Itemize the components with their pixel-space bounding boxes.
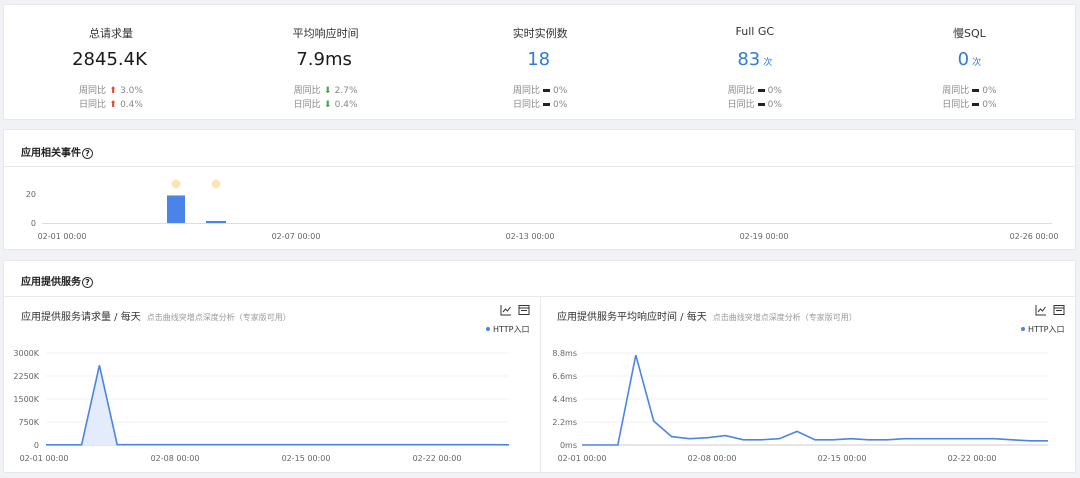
y-tick-label: 3000K <box>13 349 39 358</box>
x-tick-label: 02-01 00:00 <box>558 454 607 461</box>
y-tick-label: 750K <box>18 418 39 427</box>
flat-dash-icon <box>972 103 980 106</box>
x-tick-label: 02-22 00:00 <box>948 454 997 461</box>
event-marker <box>171 179 181 189</box>
question-circle-icon[interactable]: ? <box>82 277 93 288</box>
latency-panel-hint: 点击曲线突增点深度分析（专家版可用） <box>712 313 857 322</box>
stat-block[interactable]: Full GC 83 次周同比 0% 日同比 0% <box>648 5 862 121</box>
request-panel-title-text: 应用提供服务请求量 / 每天 <box>21 312 141 323</box>
stat-block[interactable]: 总请求量 2845.4K 周同比 ⬆ 3.0% 日同比 ⬆ 0.4% <box>4 5 218 121</box>
week-compare: 周同比 0% <box>727 86 782 96</box>
line-chart-icon[interactable] <box>1035 304 1047 316</box>
day-compare: 日同比 0% <box>513 100 568 110</box>
arrow-up-icon: ⬆ <box>109 100 117 110</box>
x-tick-label: 02-19 00:00 <box>740 232 789 241</box>
y-tick-label: 6.6ms <box>552 372 577 381</box>
services-title: 应用提供服务? <box>21 273 93 288</box>
x-tick-label: 02-07 00:00 <box>272 232 321 241</box>
y-tick-label: 0ms <box>560 441 577 450</box>
legend-dot <box>1021 327 1025 331</box>
flat-dash-icon <box>543 103 551 106</box>
x-tick-label: 02-01 00:00 <box>38 232 87 241</box>
events-card: 应用相关事件? 0 20 02-01 00:00 02-07 00:00 02-13 0… <box>3 129 1076 250</box>
events-title-text: 应用相关事件 <box>21 148 81 159</box>
stat-value: 2845.4K <box>72 49 147 70</box>
series-line <box>46 365 510 446</box>
arrow-down-icon: ⬇ <box>323 86 332 96</box>
stat-label: 总请求量 <box>89 27 133 40</box>
y-tick-label: 0 <box>34 441 39 450</box>
stat-label: 实时实例数 <box>512 27 568 40</box>
x-tick-label: 02-15 00:00 <box>282 454 331 461</box>
latency-panel-title: 应用提供服务平均响应时间 / 每天 点击曲线突增点深度分析（专家版可用） <box>557 308 857 323</box>
stat-label: Full GC <box>735 25 775 38</box>
event-bar <box>206 221 226 223</box>
arrow-down-icon: ⬇ <box>323 100 332 110</box>
stat-block[interactable]: 实时实例数 18 周同比 0% 日同比 0% <box>433 5 647 121</box>
series-line <box>582 354 1048 446</box>
week-compare: 周同比 ⬇ 2.7% <box>293 86 358 96</box>
x-tick-label: 02-01 00:00 <box>20 454 69 461</box>
services-title-text: 应用提供服务 <box>21 277 81 288</box>
request-chart[interactable]: 0 750K 1500K 2250K 3000K 02-01 00:00 02-08 00:… <box>4 341 524 461</box>
request-panel-hint: 点击曲线突增点深度分析（专家版可用） <box>146 313 291 322</box>
flat-dash-icon <box>972 89 980 92</box>
day-compare: 日同比 0% <box>942 100 997 110</box>
y-tick-label: 4.4ms <box>552 395 577 404</box>
day-compare: 日同比 ⬇ 0.4% <box>293 100 358 110</box>
event-marker <box>211 179 221 189</box>
flat-dash-icon <box>757 89 765 92</box>
latency-chart[interactable]: 0ms 2.2ms 4.4ms 6.6ms 8.8ms 02-01 00:00 02-08 … <box>540 341 1070 461</box>
latency-legend[interactable]: HTTP入口 <box>1021 324 1064 335</box>
y-tick-label: 0 <box>31 219 36 228</box>
stat-value: 7.9ms <box>296 49 352 70</box>
request-legend-label: HTTP入口 <box>493 325 530 334</box>
events-chart[interactable]: 0 20 02-01 00:00 02-07 00:00 02-13 00:00 02-1… <box>4 166 1077 251</box>
day-compare: 日同比 ⬆ 0.4% <box>79 100 143 110</box>
stats-card: 总请求量 2845.4K 周同比 ⬆ 3.0% 日同比 ⬆ 0.4% 平均响应时间 7.9ms 周同… <box>3 4 1076 120</box>
stat-label: 平均响应时间 <box>292 27 359 40</box>
latency-panel-title-text: 应用提供服务平均响应时间 / 每天 <box>557 312 707 323</box>
stat-value: 0次 <box>957 49 982 70</box>
event-bar <box>167 195 185 223</box>
y-tick-label: 2250K <box>13 372 39 381</box>
x-tick-label: 02-08 00:00 <box>151 454 200 461</box>
stat-value: 18 <box>527 49 551 70</box>
question-circle-icon[interactable]: ? <box>82 148 93 159</box>
stat-value: 83 次 <box>737 49 773 70</box>
stat-block[interactable]: 慢SQL 0 次周同比 0% 日同比 0% <box>862 5 1076 121</box>
series-area <box>46 365 509 445</box>
flat-dash-icon <box>543 89 551 92</box>
request-panel-title: 应用提供服务请求量 / 每天 点击曲线突增点深度分析（专家版可用） <box>21 308 291 323</box>
latency-legend-label: HTTP入口 <box>1028 325 1065 334</box>
week-compare: 周同比 0% <box>513 86 568 96</box>
flat-dash-icon <box>757 103 765 106</box>
x-tick-label: 02-15 00:00 <box>818 454 867 461</box>
table-view-icon[interactable] <box>1053 304 1065 316</box>
y-tick-label: 20 <box>26 190 36 199</box>
line-chart-icon[interactable] <box>500 304 512 316</box>
y-tick-label: 2.2ms <box>552 418 577 427</box>
stat-block[interactable]: 平均响应时间 7.9ms 周同比 ⬇ 2.7% 日同比 ⬇ 0.4% <box>219 5 433 121</box>
x-tick-label: 02-13 00:00 <box>506 232 555 241</box>
x-tick-label: 02-08 00:00 <box>688 454 737 461</box>
y-tick-label: 1500K <box>13 395 39 404</box>
week-compare: 周同比 ⬆ 3.0% <box>79 86 143 96</box>
events-title: 应用相关事件? <box>21 144 93 159</box>
y-tick-label: 8.8ms <box>552 349 577 358</box>
legend-dot <box>486 327 490 331</box>
day-compare: 日同比 0% <box>727 100 782 110</box>
x-tick-label: 02-26 00:00 <box>1010 232 1059 241</box>
stat-label: 慢SQL <box>953 27 986 40</box>
week-compare: 周同比 0% <box>942 86 997 96</box>
request-legend[interactable]: HTTP入口 <box>486 324 529 335</box>
table-view-icon[interactable] <box>518 304 530 316</box>
x-tick-label: 02-22 00:00 <box>413 454 462 461</box>
arrow-up-icon: ⬆ <box>109 86 117 96</box>
services-card: 应用提供服务? 应用提供服务请求量 / 每天 点击曲线突增点深度分析（专家版可用）… <box>3 260 1076 473</box>
